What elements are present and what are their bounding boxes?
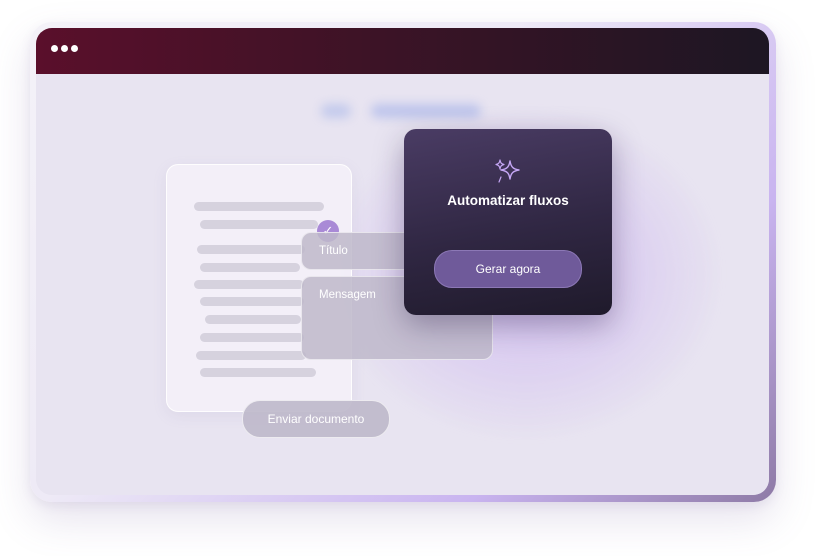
text-line — [205, 315, 301, 324]
app-window: ✓ Título Mensagem Enviar documento Autom… — [36, 28, 769, 495]
blurred-placeholder — [371, 104, 481, 118]
title-field-label: Título — [319, 245, 348, 257]
message-field-label: Mensagem — [319, 289, 376, 301]
text-line — [194, 202, 324, 211]
text-line — [197, 245, 305, 254]
more-dots-icon[interactable] — [51, 45, 78, 52]
illustration: ✓ Título Mensagem Enviar documento Autom… — [0, 0, 820, 556]
send-document-button[interactable]: Enviar documento — [242, 400, 390, 438]
blurred-placeholder — [321, 104, 351, 118]
text-line — [200, 333, 304, 342]
text-line — [196, 351, 306, 360]
text-line — [200, 297, 304, 306]
text-line — [194, 280, 304, 289]
text-line — [200, 220, 318, 229]
generate-now-button[interactable]: Gerar agora — [434, 250, 582, 288]
sparkles-icon — [495, 159, 520, 183]
automation-card: Automatizar fluxos Gerar agora — [404, 129, 612, 315]
dot — [71, 45, 78, 52]
dot — [61, 45, 68, 52]
window-titlebar — [36, 28, 769, 74]
dot — [51, 45, 58, 52]
card-title: Automatizar fluxos — [447, 193, 569, 208]
text-line — [200, 263, 300, 272]
text-line — [200, 368, 316, 377]
window-content: ✓ Título Mensagem Enviar documento Autom… — [36, 74, 769, 495]
